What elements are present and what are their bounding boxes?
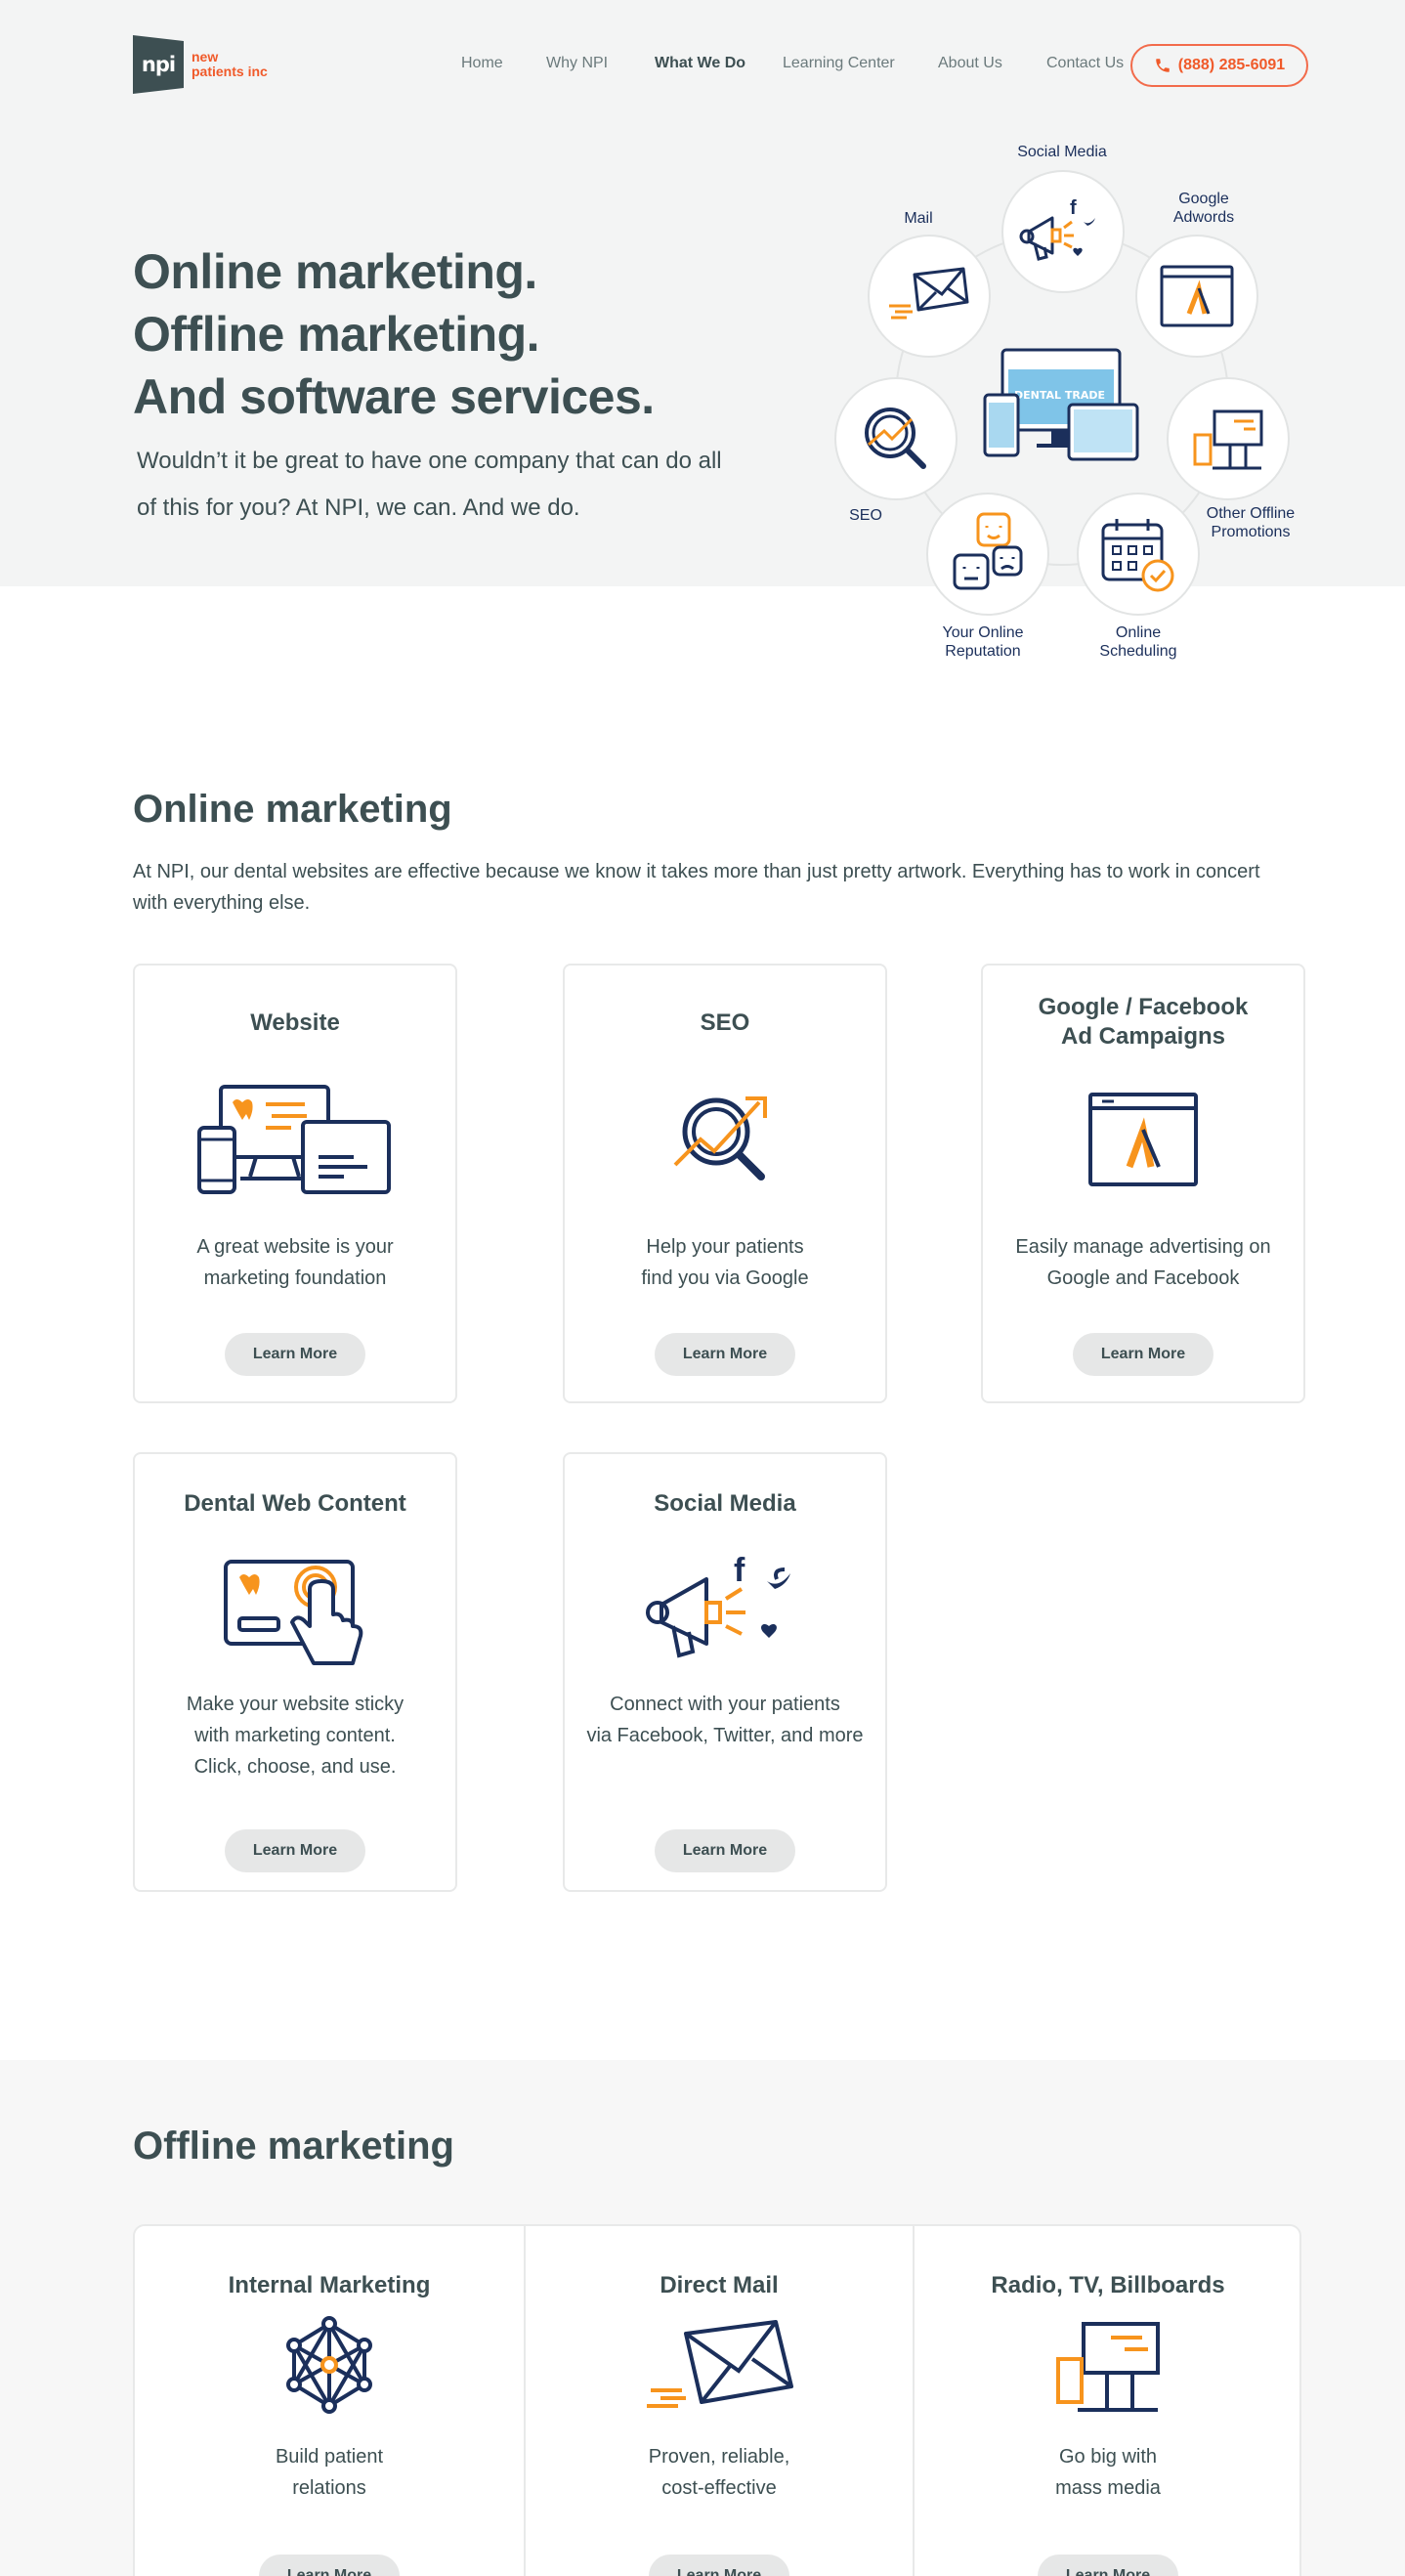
seo-icon — [865, 408, 926, 469]
diagram-label-offline: Other Offline Promotions — [1206, 505, 1296, 540]
diagram-node-social[interactable]: f — [1001, 170, 1125, 293]
service-card-radio-tv-billboards: Radio, TV, Billboards Go big with mass me… — [913, 2226, 1301, 2576]
diagram-label-seo: SEO — [849, 507, 882, 524]
network-icon — [286, 2316, 372, 2414]
card-title: Social Media — [654, 1490, 796, 1517]
diagram-label-reputation: Your Online Reputation — [942, 624, 1024, 660]
logo-mark: npi — [133, 35, 184, 94]
nav-what-we-do[interactable]: What We Do — [655, 55, 745, 72]
diagram-node-adwords[interactable] — [1135, 235, 1258, 358]
card-description: Build patient relations — [275, 2446, 384, 2499]
nav-why-npi[interactable]: Why NPI — [546, 55, 608, 72]
content-icon — [224, 1560, 363, 1665]
ads-icon — [1088, 1093, 1198, 1186]
diagram-node-seo[interactable] — [834, 377, 958, 500]
nav-home[interactable]: Home — [461, 55, 503, 72]
billboard-icon — [1193, 409, 1263, 470]
seo-icon — [673, 1096, 767, 1181]
learn-more-button[interactable]: Learn More — [1073, 1333, 1213, 1376]
nav-contact-us[interactable]: Contact Us — [1046, 55, 1124, 72]
card-description: Proven, reliable, cost-effective — [648, 2446, 790, 2499]
diagram-label-social: Social Media — [1017, 144, 1107, 160]
hero-title-line: Online marketing. — [133, 244, 537, 299]
ads-icon — [1160, 265, 1234, 327]
diagram-node-reputation[interactable] — [926, 493, 1049, 616]
diagram-node-mail[interactable] — [868, 235, 991, 358]
learn-more-button[interactable]: Learn More — [225, 1333, 365, 1376]
diagram-node-scheduling[interactable] — [1077, 493, 1200, 616]
card-description: Help your patients find you via Google — [641, 1236, 809, 1289]
service-card-website: Website A great website is your marketing… — [133, 964, 457, 1403]
logo[interactable]: npi new patients inc — [133, 35, 268, 94]
offline-cards-panel: Internal Marketing Build patient relation… — [133, 2224, 1301, 2576]
learn-more-button[interactable]: Learn More — [1038, 2555, 1178, 2576]
card-title: Website — [250, 1009, 340, 1036]
service-card-seo: SEO Help your patients find you via Googl… — [563, 964, 887, 1403]
svg-text:DENTAL TRADE: DENTAL TRADE — [1014, 389, 1105, 402]
phone-icon — [1156, 59, 1170, 72]
phone-button[interactable]: (888) 285-6091 — [1130, 44, 1308, 87]
diagram-node-offline[interactable] — [1167, 377, 1290, 500]
logo-wordmark: new patients inc — [192, 49, 268, 79]
learn-more-button[interactable]: Learn More — [259, 2555, 400, 2576]
card-title: Direct Mail — [660, 2272, 779, 2298]
service-card-ads: Google / Facebook Ad Campaigns Easily man… — [981, 964, 1305, 1403]
hero-title: Online marketing. Offline marketing. And… — [133, 240, 655, 428]
reputation-icon — [953, 512, 1023, 590]
nav-about-us[interactable]: About Us — [938, 55, 1002, 72]
calendar-icon — [1101, 519, 1174, 592]
learn-more-button[interactable]: Learn More — [655, 1829, 795, 1872]
nav-learning-center[interactable]: Learning Center — [783, 55, 895, 72]
offline-marketing-title: Offline marketing — [133, 2125, 454, 2168]
diagram-label-mail: Mail — [904, 210, 933, 227]
card-description: Make your website sticky with marketing c… — [186, 1694, 404, 1778]
card-title: Dental Web Content — [184, 1490, 406, 1517]
billboard-icon — [1056, 2322, 1160, 2412]
service-card-direct-mail: Direct Mail Proven, reliable, cost-effect… — [524, 2226, 913, 2576]
hero-title-line: And software services. — [133, 369, 655, 424]
phone-number: (888) 285-6091 — [1177, 57, 1286, 73]
hero-title-line: Offline marketing. — [133, 307, 540, 362]
megaphone-icon: f — [1019, 197, 1095, 261]
website-icon — [197, 1085, 391, 1194]
service-card-dental-content: Dental Web Content Make your website sti… — [133, 1452, 457, 1892]
learn-more-button[interactable]: Learn More — [649, 2555, 789, 2576]
mail-icon — [647, 2320, 793, 2408]
card-description: Easily manage advertising on Google and F… — [1015, 1236, 1271, 1289]
svg-text:f: f — [1070, 197, 1077, 219]
card-description: Connect with your patients via Facebook, … — [586, 1694, 864, 1746]
devices-icon: DENTAL TRADE — [983, 348, 1139, 461]
card-description: A great website is your marketing foundat… — [196, 1236, 394, 1289]
online-marketing-description: At NPI, our dental websites are effectiv… — [133, 861, 1260, 914]
diagram-label-adwords: Google Adwords — [1172, 191, 1235, 226]
diagram-label-scheduling: Online Scheduling — [1099, 624, 1177, 660]
mail-icon — [889, 267, 969, 320]
hero-subtitle: Wouldn’t it be great to have one company… — [137, 448, 722, 521]
card-title: Radio, TV, Billboards — [991, 2272, 1225, 2298]
learn-more-button[interactable]: Learn More — [655, 1333, 795, 1376]
service-card-internal-marketing: Internal Marketing Build patient relation… — [135, 2226, 524, 2576]
svg-text:f: f — [734, 1552, 745, 1589]
online-marketing-title: Online marketing — [133, 788, 452, 831]
card-description: Go big with mass media — [1055, 2446, 1161, 2499]
card-title: Google / Facebook Ad Campaigns — [1038, 994, 1249, 1050]
services-diagram: DENTAL TRADE Social Media f Mail Google … — [817, 137, 1305, 674]
megaphone-icon: f — [646, 1552, 790, 1658]
service-card-social-media: Social Media f Connect with your patient… — [563, 1452, 887, 1892]
card-title: Internal Marketing — [228, 2272, 431, 2298]
card-title: SEO — [700, 1009, 750, 1036]
learn-more-button[interactable]: Learn More — [225, 1829, 365, 1872]
